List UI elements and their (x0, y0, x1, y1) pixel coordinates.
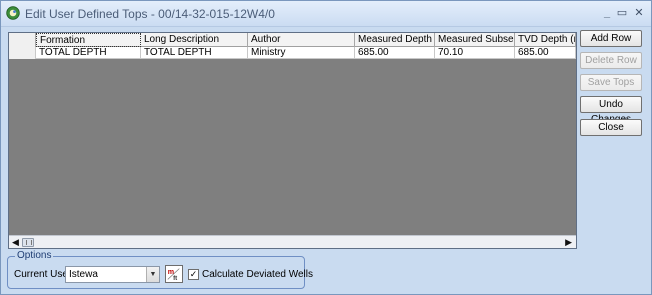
row-header-corner (9, 33, 36, 47)
window-title: Edit User Defined Tops - 00/14-32-015-12… (25, 7, 275, 21)
svg-text:ft: ft (173, 275, 177, 282)
scrollbar-thumb[interactable] (22, 238, 34, 247)
column-header-measured-depth[interactable]: Measured Depth (m (355, 33, 435, 47)
current-user-label: Current User (14, 269, 72, 280)
cell-formation[interactable]: TOTAL DEPTH (36, 47, 141, 59)
table-row[interactable]: TOTAL DEPTH TOTAL DEPTH Ministry 685.00 … (9, 47, 576, 59)
edit-tops-window: Edit User Defined Tops - 00/14-32-015-12… (0, 0, 652, 295)
app-globe-icon (6, 6, 20, 20)
horizontal-scrollbar[interactable]: ◀ ▶ (9, 235, 576, 248)
current-user-dropdown[interactable]: Istewa ▼ (65, 266, 160, 283)
minimize-button[interactable]: _ (599, 6, 615, 20)
options-group: Options Current User Istewa ▼ m ft ✓ Cal… (7, 250, 313, 289)
chevron-down-icon[interactable]: ▼ (146, 267, 159, 282)
calc-deviated-label[interactable]: Calculate Deviated Wells (202, 269, 313, 280)
close-button[interactable]: Close (580, 119, 642, 136)
cell-author[interactable]: Ministry (248, 47, 355, 59)
save-tops-button[interactable]: Save Tops (580, 74, 642, 91)
scroll-right-arrow-icon[interactable]: ▶ (565, 236, 572, 249)
grid-header: Formation Long Description Author Measur… (9, 33, 576, 47)
tops-grid[interactable]: Formation Long Description Author Measur… (8, 32, 577, 249)
cell-long-description[interactable]: TOTAL DEPTH (141, 47, 248, 59)
cell-measured-subsea[interactable]: 70.10 (435, 47, 515, 59)
close-window-button[interactable]: ✕ (631, 6, 647, 20)
column-header-tvd-depth[interactable]: TVD Depth (m) (515, 33, 576, 47)
current-user-value: Istewa (69, 269, 98, 280)
cell-tvd-depth[interactable]: 685.00 (515, 47, 576, 59)
column-header-measured-subsea[interactable]: Measured Subsea (r (435, 33, 515, 47)
undo-changes-button[interactable]: Undo Changes (580, 96, 642, 125)
metric-feet-toggle-icon[interactable]: m ft (165, 265, 183, 283)
scroll-left-arrow-icon[interactable]: ◀ (12, 236, 19, 249)
options-legend: Options (15, 250, 54, 261)
column-header-author[interactable]: Author (248, 33, 355, 47)
delete-row-button[interactable]: Delete Row (580, 52, 642, 69)
title-bar[interactable]: Edit User Defined Tops - 00/14-32-015-12… (1, 1, 651, 27)
calc-deviated-checkbox[interactable]: ✓ (188, 269, 199, 280)
add-row-button[interactable]: Add Row (580, 30, 642, 47)
column-header-long-description[interactable]: Long Description (141, 33, 248, 47)
maximize-button[interactable]: ▭ (614, 6, 630, 20)
cell-measured-depth[interactable]: 685.00 (355, 47, 435, 59)
column-header-formation[interactable]: Formation (36, 33, 141, 47)
row-header[interactable] (9, 47, 36, 59)
